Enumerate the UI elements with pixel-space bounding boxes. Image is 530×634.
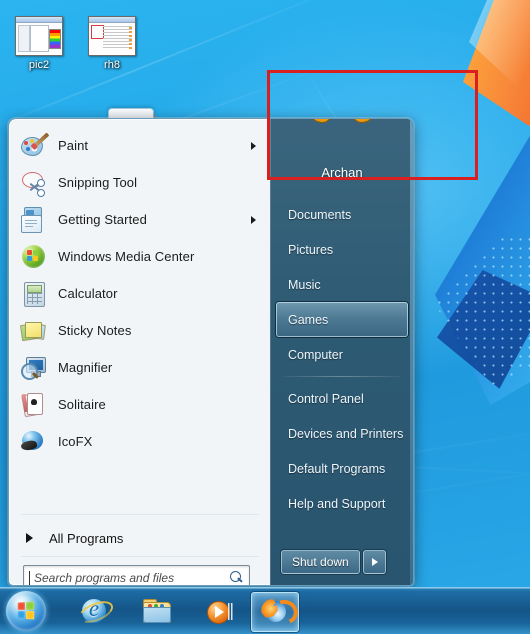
taskbar-button-windows-media-player[interactable] xyxy=(196,592,240,630)
start-button[interactable] xyxy=(6,591,46,631)
search-box[interactable] xyxy=(23,565,250,586)
submenu-arrow-icon xyxy=(251,215,256,224)
resource-editor-window-thumbnail-icon xyxy=(88,16,136,56)
place-item-control-panel[interactable]: Control Panel xyxy=(276,381,408,416)
place-item-label: Pictures xyxy=(288,242,334,257)
program-item-label: Magnifier xyxy=(58,360,113,375)
user-name-label: Archan xyxy=(321,165,363,180)
search-input[interactable] xyxy=(30,569,225,585)
shut-down-options-button[interactable] xyxy=(362,550,386,574)
desktop-icon-pic2[interactable]: pic2 xyxy=(0,16,78,72)
place-item-games[interactable]: Games xyxy=(276,302,408,337)
program-item-sticky-notes[interactable]: Sticky Notes xyxy=(15,312,265,349)
start-menu-left-panel: Paint Snipping Tool Getting Started Wind… xyxy=(9,119,271,585)
program-item-label: Sticky Notes xyxy=(58,323,132,338)
desktop-icon-rh8[interactable]: rh8 xyxy=(73,16,151,72)
program-item-label: Paint xyxy=(58,138,89,153)
windows-explorer-icon xyxy=(141,596,171,626)
paint-icon xyxy=(21,132,50,159)
getting-started-icon xyxy=(21,206,47,233)
places-list: Documents Pictures Music Games Computer … xyxy=(271,197,413,521)
screen: pic2 rh8 Paint Snipping Tool Getting Sta… xyxy=(0,0,530,634)
submenu-arrow-icon xyxy=(251,141,256,150)
program-item-magnifier[interactable]: Magnifier xyxy=(15,349,265,386)
desktop-icon-label: pic2 xyxy=(28,59,50,71)
search-divider xyxy=(21,556,259,557)
right-triangle-icon xyxy=(26,533,33,543)
windows-orb-icon xyxy=(17,601,36,620)
place-item-label: Devices and Printers xyxy=(288,426,404,441)
program-item-windows-media-center[interactable]: Windows Media Center xyxy=(15,238,265,275)
sticky-notes-icon xyxy=(19,318,47,344)
program-item-label: Snipping Tool xyxy=(58,175,138,190)
program-item-label: Calculator xyxy=(58,286,118,301)
shutdown-bar: Shut down xyxy=(281,550,386,574)
place-item-music[interactable]: Music xyxy=(276,267,408,302)
program-item-label: Windows Media Center xyxy=(58,249,195,264)
left-panel-divider xyxy=(21,514,259,515)
taskbar xyxy=(0,587,530,634)
program-item-getting-started[interactable]: Getting Started xyxy=(15,201,265,238)
all-programs-label: All Programs xyxy=(49,530,124,546)
place-item-help-and-support[interactable]: Help and Support xyxy=(276,486,408,521)
program-item-label: IcoFX xyxy=(58,434,93,449)
place-item-label: Help and Support xyxy=(288,496,386,511)
taskbar-button-internet-explorer[interactable] xyxy=(72,592,117,630)
program-item-paint[interactable]: Paint xyxy=(15,127,265,164)
firefox-icon xyxy=(260,596,302,628)
shut-down-label: Shut down xyxy=(292,555,349,569)
program-item-snipping-tool[interactable]: Snipping Tool xyxy=(15,164,265,201)
place-item-documents[interactable]: Documents xyxy=(276,197,408,232)
start-menu-right-panel: Archan Documents Pictures Music Games Co… xyxy=(270,119,413,585)
gamepad-user-picture-icon xyxy=(309,119,375,126)
all-programs-button[interactable]: All Programs xyxy=(15,523,265,553)
place-item-label: Documents xyxy=(288,207,352,222)
program-item-solitaire[interactable]: Solitaire xyxy=(15,386,265,423)
solitaire-icon xyxy=(21,392,47,418)
magnifier-icon xyxy=(21,355,47,381)
program-item-calculator[interactable]: Calculator xyxy=(15,275,265,312)
place-item-computer[interactable]: Computer xyxy=(276,337,408,372)
right-panel-divider xyxy=(283,376,401,377)
program-item-icofx[interactable]: IcoFX xyxy=(15,423,265,460)
place-item-label: Control Panel xyxy=(288,391,364,406)
program-item-label: Getting Started xyxy=(58,212,147,227)
internet-explorer-icon xyxy=(75,596,117,628)
place-item-default-programs[interactable]: Default Programs xyxy=(276,451,408,486)
snipping-tool-icon xyxy=(21,170,47,197)
search-icon[interactable] xyxy=(225,568,249,586)
place-item-label: Music xyxy=(288,277,321,292)
place-item-devices-and-printers[interactable]: Devices and Printers xyxy=(276,416,408,451)
icofx-icon xyxy=(20,429,47,455)
place-item-pictures[interactable]: Pictures xyxy=(276,232,408,267)
windows-logo-wallpaper-icon xyxy=(425,0,530,405)
calculator-icon xyxy=(21,281,47,307)
user-picture[interactable] xyxy=(309,119,375,133)
windows-media-center-icon xyxy=(21,244,47,270)
desktop-icon-label: rh8 xyxy=(104,59,120,71)
windows-media-player-icon xyxy=(203,596,233,626)
taskbar-button-firefox[interactable] xyxy=(251,592,302,632)
place-item-label: Default Programs xyxy=(288,461,386,476)
shut-down-button[interactable]: Shut down xyxy=(281,550,360,574)
program-item-label: Solitaire xyxy=(58,397,106,412)
taskbar-button-windows-explorer[interactable] xyxy=(134,592,178,630)
place-item-label: Computer xyxy=(288,347,343,362)
program-list: Paint Snipping Tool Getting Started Wind… xyxy=(15,127,265,460)
paint-window-thumbnail-icon xyxy=(15,16,63,56)
start-menu: Paint Snipping Tool Getting Started Wind… xyxy=(8,118,414,586)
place-item-label: Games xyxy=(288,312,329,327)
